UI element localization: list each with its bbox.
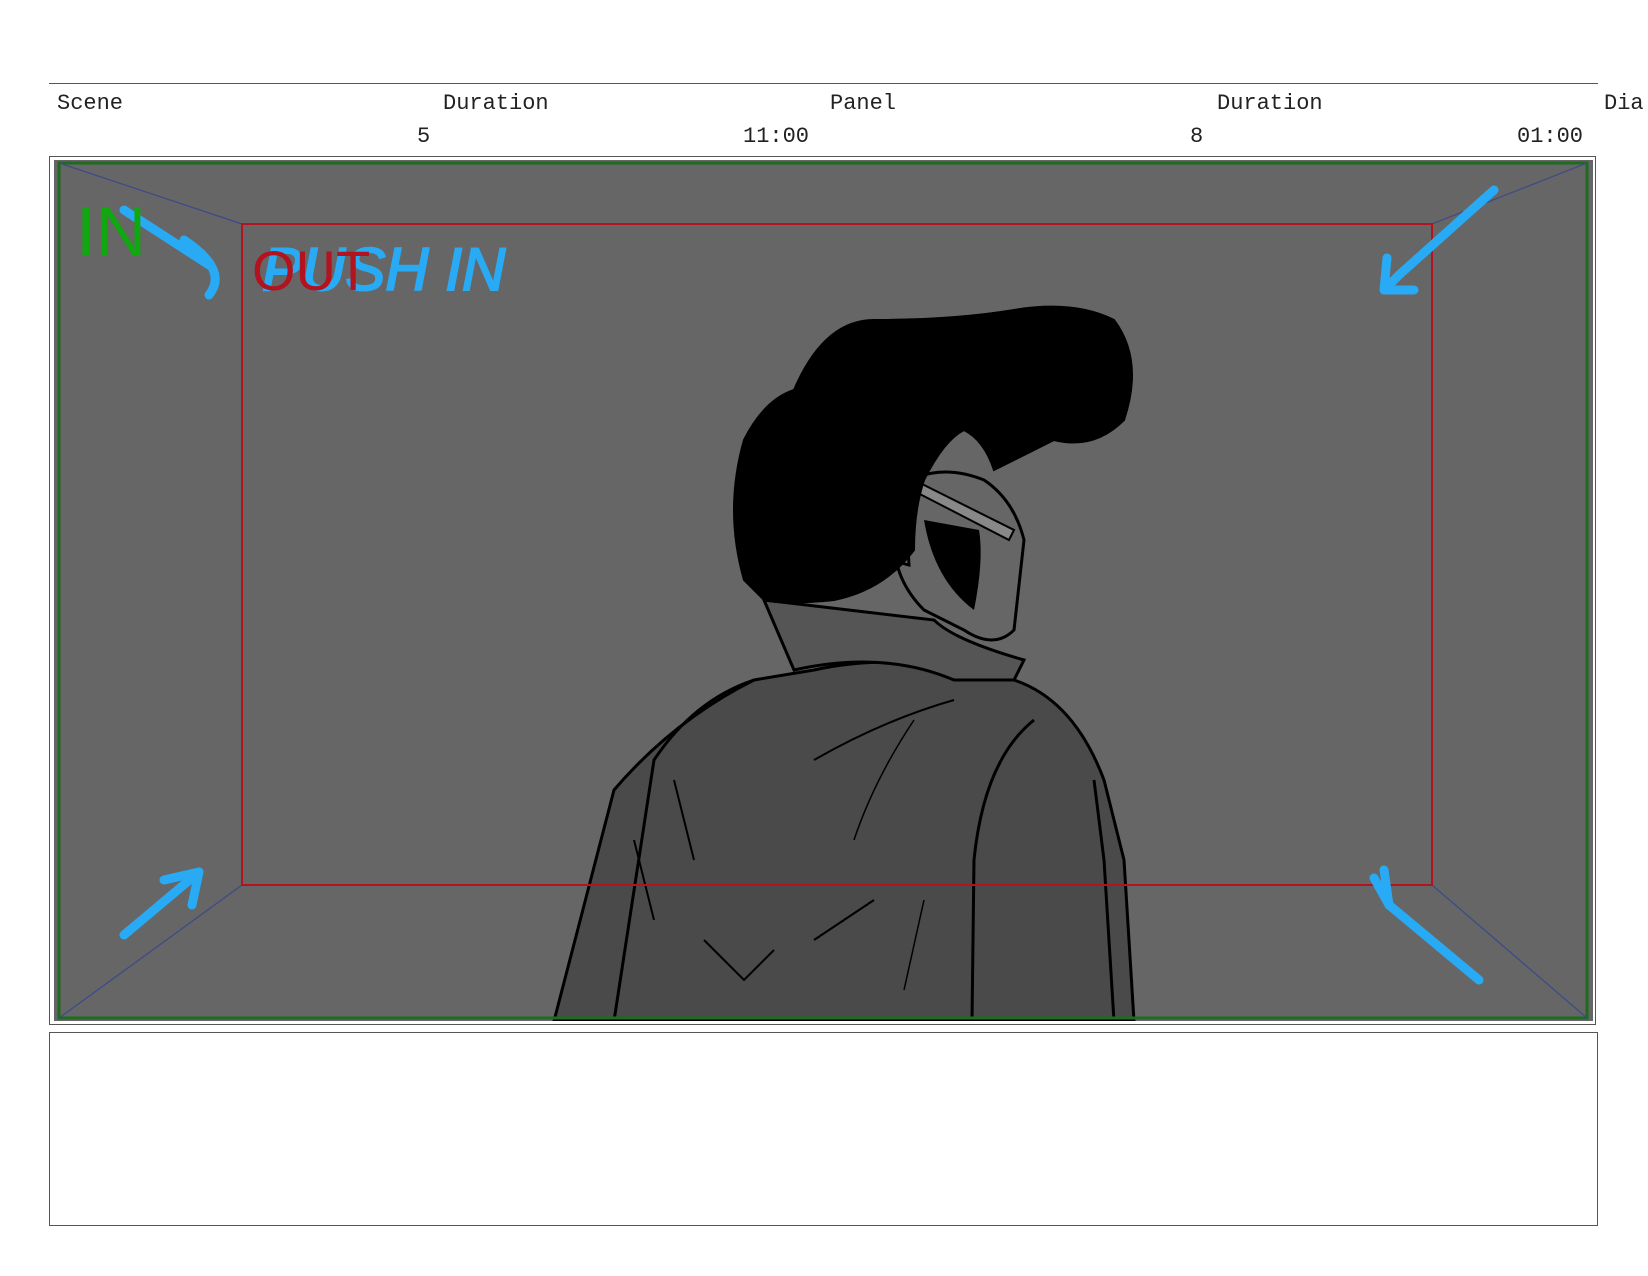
scene-value: 5 (417, 124, 431, 149)
dialogue-label: Dia (1604, 91, 1644, 116)
storyboard-panel-art: IN PUSH IN OUT (54, 160, 1593, 1021)
panel-label: Panel (830, 91, 897, 116)
panel-duration-value: 01:00 (1517, 124, 1584, 149)
notes-box[interactable] (49, 1032, 1598, 1226)
annotation-in: IN (76, 192, 146, 270)
scene-duration-value: 11:00 (743, 124, 810, 149)
header-rule (49, 83, 1598, 84)
scene-duration-label: Duration (443, 91, 549, 116)
panel-duration-label: Duration (1217, 91, 1323, 116)
annotation-out: OUT (252, 239, 370, 302)
panel-value: 8 (1190, 124, 1204, 149)
scene-label: Scene (57, 91, 124, 116)
